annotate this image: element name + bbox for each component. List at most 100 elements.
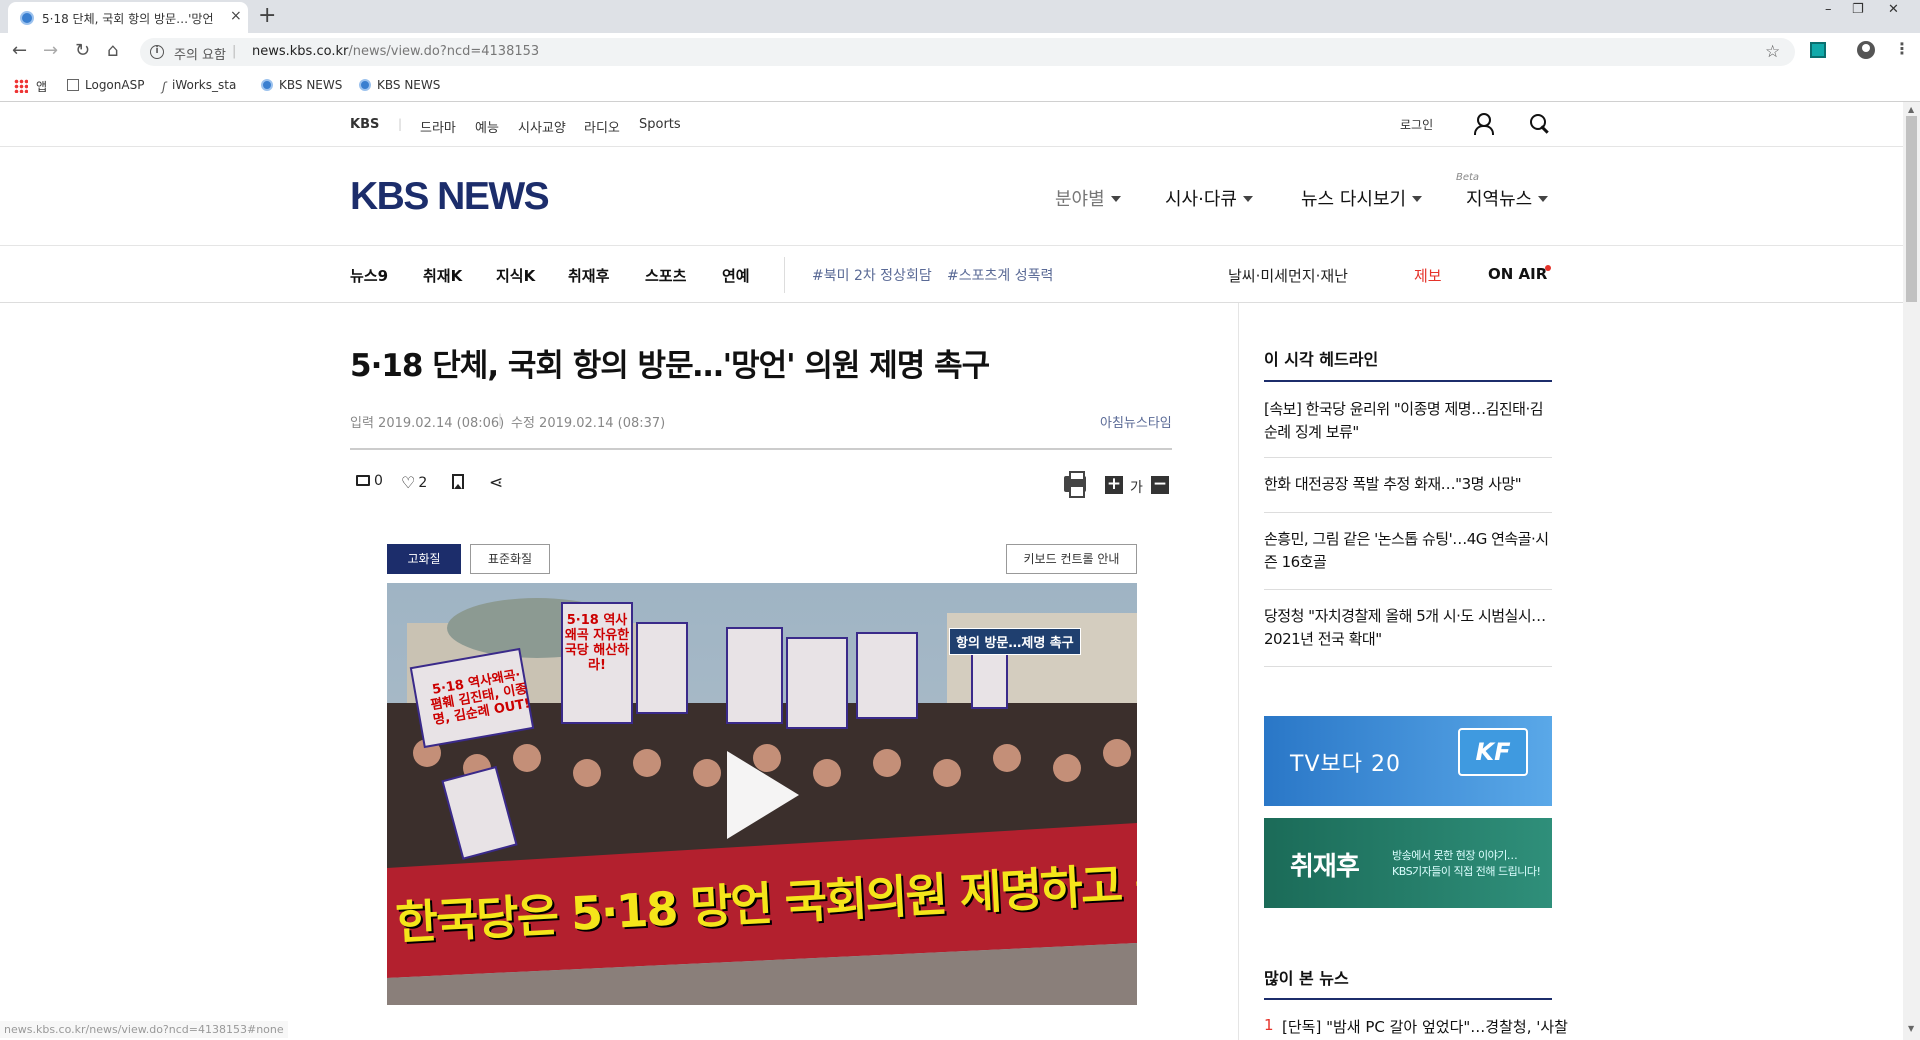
browser-tab[interactable]: 5·18 단체, 국회 항의 방문…'망언 ×: [8, 2, 248, 33]
user-icon[interactable]: [1473, 113, 1494, 135]
new-tab-button[interactable]: +: [258, 4, 276, 28]
bookmark-kbs-news-2[interactable]: KBS NEWS: [359, 78, 440, 92]
close-tab-icon[interactable]: ×: [230, 8, 242, 24]
like-button[interactable]: ♡ 2: [401, 473, 427, 492]
profile-icon[interactable]: [1857, 41, 1875, 59]
subnav-report[interactable]: 제보: [1414, 265, 1442, 286]
font-decrease-icon[interactable]: −: [1151, 476, 1169, 494]
gnb-label: 뉴스 다시보기: [1301, 189, 1407, 210]
document-icon: [67, 79, 79, 91]
subnav-news9[interactable]: 뉴스9: [350, 265, 388, 286]
hd-quality-button[interactable]: 고화질: [387, 544, 461, 574]
bookmark-label: iWorks_sta: [172, 78, 237, 92]
subnav-chuijaehu[interactable]: 취재후: [568, 265, 609, 286]
like-count: 2: [418, 475, 428, 491]
close-window-button[interactable]: ✕: [1888, 2, 1899, 17]
caret-down-icon: [1538, 196, 1549, 202]
popular-rank: 1: [1264, 1016, 1274, 1034]
gnb-documentary[interactable]: 시사·다큐: [1165, 185, 1253, 211]
bookmark-kbs-news-1[interactable]: KBS NEWS: [261, 78, 342, 92]
info-icon[interactable]: i: [150, 45, 164, 59]
bookmark-star-icon[interactable]: ☆: [1765, 42, 1780, 62]
promo-banner-tv[interactable]: TV보다 20 KF: [1264, 716, 1552, 806]
home-icon[interactable]: ⌂: [107, 41, 118, 61]
extension-icon[interactable]: [1810, 42, 1826, 58]
comment-button[interactable]: 0: [356, 473, 383, 489]
headline-item[interactable]: 한화 대전공장 폭발 추정 화재…"3명 사망": [1264, 473, 1552, 496]
live-dot: [1545, 265, 1551, 271]
tag-sports-abuse[interactable]: #스포츠계 성폭력: [947, 265, 1053, 285]
headline-divider: [1264, 666, 1552, 667]
headline-divider: [1264, 457, 1552, 458]
headline-item[interactable]: [속보] 한국당 윤리위 "이종명 제명…김진태·김순례 징계 보류": [1264, 398, 1552, 444]
subnav-sports[interactable]: 스포츠: [645, 265, 686, 286]
popular-section-title: 많이 본 뉴스: [1264, 969, 1349, 988]
iworks-icon: ʃ: [162, 80, 167, 94]
subnav-on-air[interactable]: ON AIR: [1488, 265, 1547, 283]
bookmark-logonasp[interactable]: LogonASP: [67, 78, 144, 92]
gnb-replay[interactable]: 뉴스 다시보기: [1301, 185, 1423, 211]
apps-icon[interactable]: [14, 79, 28, 93]
subnav-weather[interactable]: 날씨·미세먼지·재난: [1228, 265, 1348, 286]
subnav-jisik-k[interactable]: 지식K: [496, 265, 535, 286]
video-player[interactable]: 5·18 역사왜곡·폄훼 김진태, 이종명, 김순례 OUT! 5·18 역사왜…: [387, 583, 1137, 1005]
minimize-button[interactable]: –: [1825, 2, 1832, 17]
status-bar-url: news.kbs.co.kr/news/view.do?ncd=4138153#…: [0, 1021, 288, 1038]
scroll-thumb[interactable]: [1906, 116, 1917, 302]
gnb-local-news[interactable]: 지역뉴스: [1466, 185, 1549, 211]
sub-navigation: 뉴스9 취재K 지식K 취재후 스포츠 연예 #북미 2차 정상회담 #스포츠계…: [0, 247, 1903, 303]
kbs-news-logo[interactable]: KBS NEWS: [350, 175, 550, 219]
search-icon[interactable]: [1530, 114, 1550, 134]
headline-section-rule: [1264, 380, 1552, 382]
topnav-kbs[interactable]: KBS: [350, 117, 379, 132]
sd-quality-button[interactable]: 표준화질: [470, 544, 550, 574]
back-arrow-icon[interactable]: ←: [12, 41, 27, 61]
headline-item[interactable]: 손흥민, 그림 같은 '논스톱 슈팅'…4G 연속골·시즌 16호골: [1264, 528, 1552, 574]
program-link[interactable]: 아침뉴스타임: [1100, 412, 1172, 431]
subnav-chuijae-k[interactable]: 취재K: [423, 265, 462, 286]
promo-banner-chuijaehu[interactable]: 취재후 방송에서 못한 현장 이야기… KBS기자들이 직접 전해 드립니다!: [1264, 818, 1552, 908]
topnav-radio[interactable]: 라디오: [584, 117, 620, 136]
share-icon[interactable]: ⋖: [489, 473, 503, 493]
login-link[interactable]: 로그인: [1400, 116, 1433, 133]
url-domain: news.kbs.co.kr: [252, 44, 349, 59]
topnav-sports[interactable]: Sports: [639, 117, 681, 132]
kbs-icon: [359, 79, 371, 91]
headline-item[interactable]: 당정청 "자치경찰제 올해 5개 시·도 시범실시…2021년 전국 확대": [1264, 605, 1552, 651]
caret-down-icon: [1242, 196, 1253, 202]
caret-down-icon: [1110, 196, 1121, 202]
gnb-category[interactable]: 분야별: [1055, 185, 1121, 211]
topnav-entertainment[interactable]: 예능: [475, 117, 499, 136]
promo-ch-sub-line: 방송에서 못한 현장 이야기…: [1392, 849, 1518, 862]
url-text[interactable]: news.kbs.co.kr/news/view.do?ncd=4138153: [252, 44, 539, 59]
font-increase-icon[interactable]: +: [1105, 476, 1123, 494]
forward-arrow-icon[interactable]: →: [43, 41, 58, 61]
address-bar[interactable]: i 주의 요함 | news.kbs.co.kr/news/view.do?nc…: [140, 38, 1795, 66]
kf-badge-icon: KF: [1458, 728, 1528, 776]
topnav-current-affairs[interactable]: 시사교양: [518, 117, 566, 136]
keyboard-guide-button[interactable]: 키보드 컨트롤 안내: [1006, 544, 1137, 574]
bookmark-iworks[interactable]: ʃ iWorks_sta: [162, 78, 237, 94]
gnb-label: 시사·다큐: [1165, 189, 1237, 210]
kebab-menu-icon[interactable]: ⋮: [1894, 39, 1910, 58]
page-scrollbar[interactable]: ▲ ▼: [1903, 102, 1920, 1040]
scroll-down-icon[interactable]: ▼: [1908, 1024, 1914, 1033]
security-warning[interactable]: 주의 요함: [174, 44, 226, 63]
subnav-entertainment[interactable]: 연예: [722, 265, 750, 286]
reload-icon[interactable]: ↻: [75, 41, 90, 61]
bookmark-icon[interactable]: [452, 474, 464, 489]
scroll-up-icon[interactable]: ▲: [1908, 105, 1914, 114]
heart-icon: ♡: [401, 473, 416, 492]
bookmark-label: KBS NEWS: [279, 78, 343, 92]
site-top-bar: KBS | 드라마 예능 시사교양 라디오 Sports 로그인: [0, 103, 1903, 147]
popular-item[interactable]: [단독] "밤새 PC 갈아 엎었다"…경찰청, '사찰: [1282, 1016, 1568, 1037]
site-header: KBS NEWS 분야별 시사·다큐 뉴스 다시보기 Beta 지역뉴스: [0, 148, 1903, 246]
tag-summit[interactable]: #북미 2차 정상회담: [812, 265, 932, 285]
topnav-drama[interactable]: 드라마: [420, 117, 456, 136]
restore-button[interactable]: ❐: [1852, 2, 1864, 17]
play-icon[interactable]: [727, 751, 799, 839]
print-icon[interactable]: [1064, 471, 1086, 498]
bookmark-apps[interactable]: 앱: [36, 78, 47, 95]
gnb-label: 지역뉴스: [1466, 189, 1533, 210]
browser-toolbar: ← → ↻ ⌂ i 주의 요함 | news.kbs.co.kr/news/vi…: [0, 33, 1920, 71]
